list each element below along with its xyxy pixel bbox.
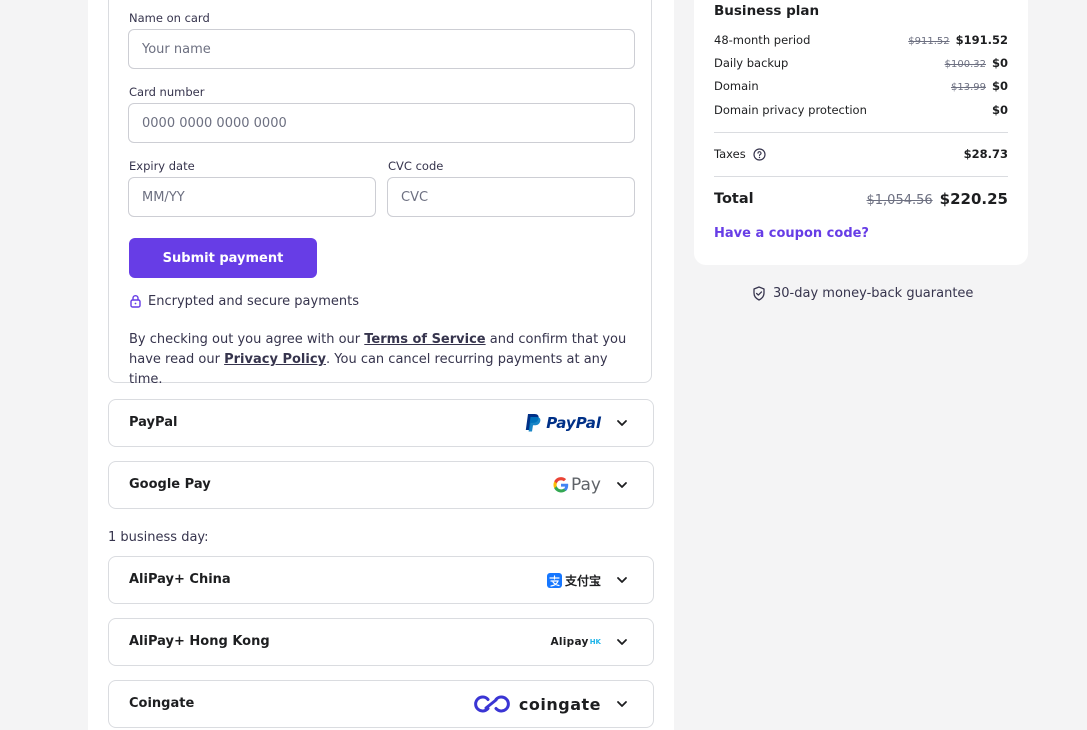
summary-row-label: Domain <box>714 79 759 93</box>
summary-row-domain-privacy: Domain privacy protection $0 <box>714 103 1008 121</box>
total-label: Total <box>714 191 754 207</box>
alipay-mark-icon <box>546 572 562 588</box>
privacy-policy-link[interactable]: Privacy Policy <box>224 352 326 367</box>
summary-row-label: Domain privacy protection <box>714 103 867 117</box>
old-price: $911.52 <box>908 36 950 47</box>
summary-row-period: 48-month period $911.52 $191.52 <box>714 33 1008 51</box>
chevron-down-icon[interactable] <box>615 478 629 492</box>
summary-row-label: 48-month period <box>714 33 811 47</box>
cvc-code-label: CVC code <box>388 159 444 173</box>
summary-row-domain: Domain $13.99 $0 <box>714 79 1008 97</box>
payment-method-alipay-china[interactable]: AliPay+ China 支付宝 <box>108 556 654 604</box>
new-price: $0 <box>991 103 1008 117</box>
google-pay-wordmark: Pay <box>571 475 601 495</box>
payment-method-name: Google Pay <box>129 477 211 492</box>
secure-payments-text: Encrypted and secure payments <box>148 293 359 309</box>
card-number-input[interactable] <box>128 103 635 143</box>
summary-divider <box>714 176 1008 177</box>
summary-divider <box>714 132 1008 133</box>
business-day-label: 1 business day: <box>108 530 209 545</box>
paypal-wordmark: PayPal <box>546 414 601 432</box>
taxes-label: Taxes <box>714 147 746 161</box>
submit-payment-button[interactable]: Submit payment <box>129 238 317 278</box>
expiry-date-input[interactable] <box>128 177 376 217</box>
alipay-logo: 支付宝 <box>546 557 601 603</box>
new-price: $0 <box>991 79 1008 93</box>
guarantee-text: 30-day money-back guarantee <box>773 286 974 301</box>
alipayhk-wordmark: Alipay <box>550 636 589 648</box>
summary-row-daily-backup: Daily backup $100.32 $0 <box>714 56 1008 74</box>
agreement-part-1: By checking out you agree with our <box>129 332 365 347</box>
coupon-code-link[interactable]: Have a coupon code? <box>714 226 869 241</box>
name-on-card-label: Name on card <box>129 11 210 25</box>
total-new-price: $220.25 <box>939 190 1008 208</box>
new-price: $191.52 <box>955 33 1008 47</box>
payment-method-coingate[interactable]: Coingate coingate <box>108 680 654 728</box>
alipayhk-logo: Alipay HK <box>550 619 601 665</box>
chevron-down-icon[interactable] <box>615 573 629 587</box>
card-number-label: Card number <box>129 85 205 99</box>
secure-payments-note: Encrypted and secure payments <box>129 292 359 310</box>
agreement-text: By checking out you agree with our Terms… <box>129 330 635 390</box>
alipay-wordmark: 支付宝 <box>564 573 601 588</box>
payment-method-name: AliPay+ Hong Kong <box>129 634 270 649</box>
chevron-down-icon[interactable] <box>615 416 629 430</box>
chevron-down-icon[interactable] <box>615 635 629 649</box>
payment-method-paypal[interactable]: PayPal PayPal <box>108 399 654 447</box>
alipayhk-suffix: HK <box>589 638 601 646</box>
google-pay-logo: Pay <box>553 462 601 508</box>
total-old-price: $1,054.56 <box>866 193 933 208</box>
money-back-guarantee: 30-day money-back guarantee <box>752 286 973 301</box>
cvc-code-input[interactable] <box>387 177 635 217</box>
payment-method-alipay-hong-kong[interactable]: AliPay+ Hong Kong Alipay HK <box>108 618 654 666</box>
coingate-logo: coingate <box>474 681 601 727</box>
expiry-date-label: Expiry date <box>129 159 195 173</box>
coingate-mark-icon <box>474 695 510 713</box>
payment-method-name: AliPay+ China <box>129 572 231 587</box>
old-price: $100.32 <box>944 59 986 70</box>
shield-check-icon <box>753 286 765 301</box>
taxes-value: $28.73 <box>963 147 1008 161</box>
payment-method-name: PayPal <box>129 415 178 430</box>
name-on-card-input[interactable] <box>128 29 635 69</box>
payment-method-google-pay[interactable]: Google Pay Pay <box>108 461 654 509</box>
google-g-icon <box>553 477 569 493</box>
paypal-logo: PayPal <box>524 400 601 446</box>
paypal-mark-icon <box>526 414 541 432</box>
summary-row-label: Daily backup <box>714 56 789 70</box>
help-icon[interactable] <box>753 147 766 161</box>
plan-title: Business plan <box>714 3 820 19</box>
payment-method-name: Coingate <box>129 696 195 711</box>
old-price: $13.99 <box>950 82 986 93</box>
chevron-down-icon[interactable] <box>615 697 629 711</box>
lock-icon <box>130 295 141 308</box>
summary-total-row: Total $1,054.56 $220.25 <box>714 190 1008 212</box>
summary-row-taxes: Taxes $28.73 <box>714 147 1008 165</box>
coingate-wordmark: coingate <box>518 694 601 714</box>
new-price: $0 <box>991 56 1008 70</box>
terms-of-service-link[interactable]: Terms of Service <box>364 332 485 347</box>
